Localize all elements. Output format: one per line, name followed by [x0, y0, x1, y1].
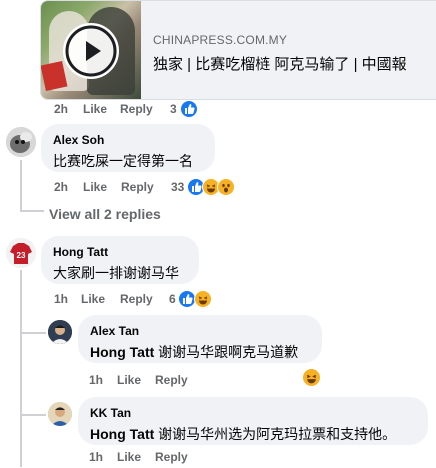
mention-tag[interactable]: Hong Tatt [90, 426, 154, 442]
haha-reaction-icon[interactable] [303, 369, 320, 386]
comment-time[interactable]: 2h [54, 102, 68, 116]
thread-line [20, 160, 22, 212]
link-title[interactable]: 独家 | 比赛吃榴梿 阿克马输了 | 中國報 [153, 53, 407, 74]
reply-button[interactable]: Reply [155, 373, 188, 387]
reply-author[interactable]: KK Tan [90, 406, 131, 420]
comment-bubble: Alex Soh 比赛吃屎一定得第一名 [41, 124, 215, 172]
comment-author[interactable]: Alex Soh [53, 133, 104, 147]
avatar-alex-tan[interactable] [48, 320, 72, 344]
reply-button[interactable]: Reply [121, 180, 154, 194]
mention-tag[interactable]: Hong Tatt [90, 344, 154, 360]
thread-line [20, 332, 46, 334]
reaction-count[interactable]: 33 [171, 180, 184, 194]
like-button[interactable]: Like [81, 292, 105, 306]
top-comment-meta: 2h Like Reply 3 [0, 102, 436, 120]
comment-text: 比赛吃屎一定得第一名 [53, 153, 193, 169]
comment-bubble: Hong Tatt 大家刷一排谢谢马华 [41, 236, 199, 284]
like-button[interactable]: Like [117, 373, 141, 387]
reply-text: Hong Tatt 谢谢马华跟啊克马道歉 [90, 342, 298, 362]
avatar-alex-soh[interactable] [6, 127, 36, 157]
reaction-count[interactable]: 3 [170, 102, 177, 116]
view-replies-link[interactable]: View all 2 replies [49, 206, 161, 222]
video-thumbnail[interactable] [41, 1, 141, 99]
reply-bubble: KK Tan Hong Tatt 谢谢马华州选为阿克玛拉票和支持他。 [78, 397, 428, 445]
thread-line [20, 210, 44, 212]
like-button[interactable]: Like [83, 180, 107, 194]
link-preview-card[interactable]: CHINAPRESS.COM.MY 独家 | 比赛吃榴梿 阿克马输了 | 中國報 [40, 0, 436, 100]
link-domain: CHINAPRESS.COM.MY [153, 33, 288, 47]
avatar-kk-tan[interactable] [48, 402, 72, 426]
avatar-hong-tatt[interactable]: 23 [6, 238, 36, 268]
reply-button[interactable]: Reply [155, 450, 188, 464]
reply-button[interactable]: Reply [120, 102, 153, 116]
comment-meta: 1h Like Reply 6 [0, 292, 436, 310]
wow-reaction-icon[interactable] [217, 178, 235, 196]
reply-message: 谢谢马华州选为阿克玛拉票和支持他。 [154, 426, 397, 442]
like-button[interactable]: Like [83, 102, 107, 116]
reply-meta: 1h Like Reply [0, 450, 436, 468]
reply-time[interactable]: 1h [89, 450, 103, 464]
reply-bubble: Alex Tan Hong Tatt 谢谢马华跟啊克马道歉 [78, 315, 322, 363]
reply-button[interactable]: Reply [120, 292, 153, 306]
reply-meta: 1h Like Reply [0, 373, 436, 391]
reply-time[interactable]: 1h [89, 373, 103, 387]
comment-time[interactable]: 2h [54, 180, 68, 194]
reply-author[interactable]: Alex Tan [90, 324, 139, 338]
jersey-number: 23 [17, 251, 26, 260]
reply-text: Hong Tatt 谢谢马华州选为阿克玛拉票和支持他。 [90, 424, 396, 444]
thread-line [20, 414, 46, 416]
comment-time[interactable]: 1h [54, 292, 68, 306]
reaction-count[interactable]: 6 [169, 292, 176, 306]
reply-message: 谢谢马华跟啊克马道歉 [154, 344, 299, 360]
video-play-icon[interactable] [63, 23, 119, 79]
haha-reaction-icon[interactable] [194, 290, 212, 308]
like-reaction-icon[interactable] [180, 100, 198, 118]
comment-text: 大家刷一排谢谢马华 [53, 265, 179, 281]
thread-line [20, 270, 22, 467]
like-button[interactable]: Like [117, 450, 141, 464]
comment-author[interactable]: Hong Tatt [53, 245, 108, 259]
